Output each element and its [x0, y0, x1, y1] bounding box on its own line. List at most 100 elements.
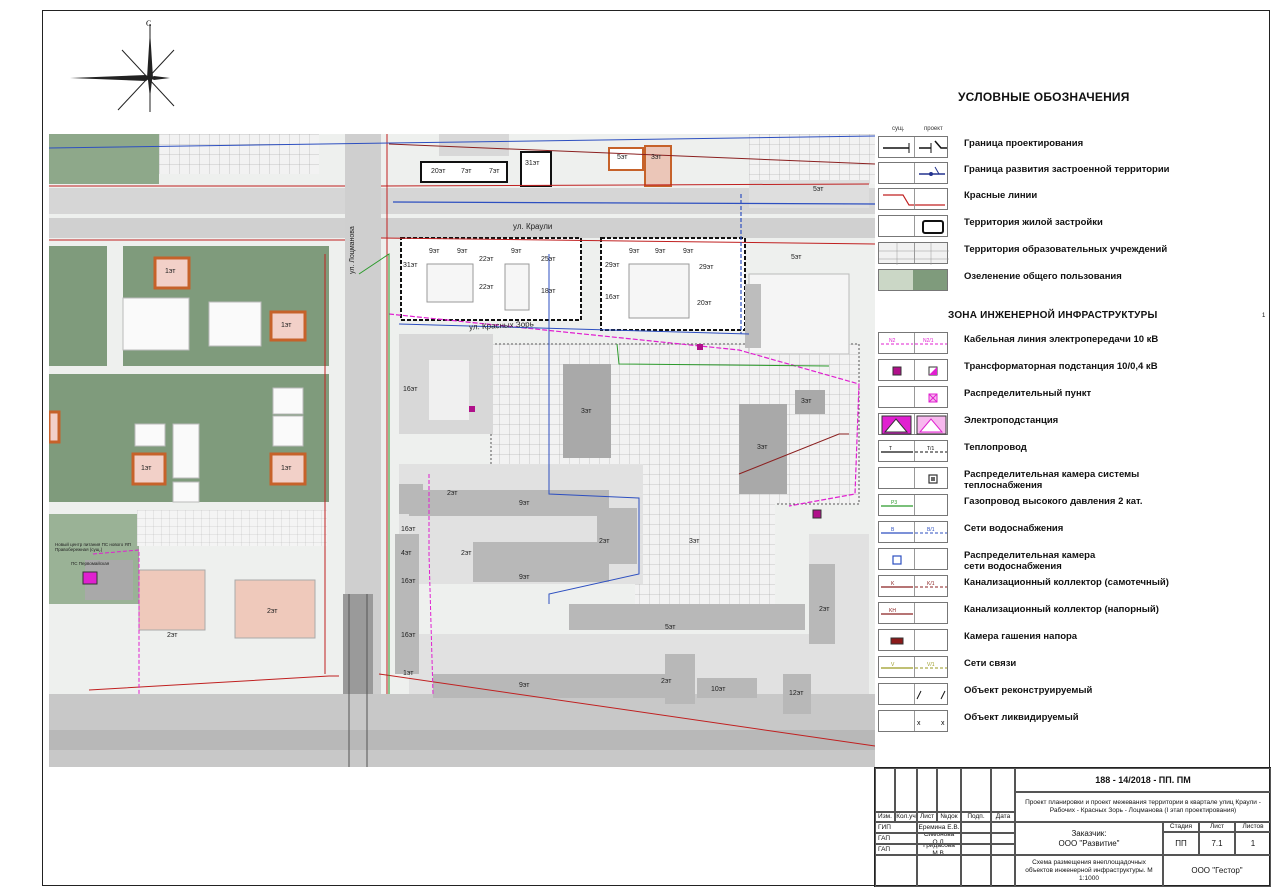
building-label: 1эт	[281, 322, 292, 329]
building-label: 2эт	[267, 608, 278, 615]
building-label: 1эт	[281, 465, 292, 472]
stamp-person: Еремина Е.В.	[917, 822, 961, 833]
building-label: 3эт	[801, 398, 812, 405]
stamp-role: ГАП	[875, 833, 917, 844]
svg-text:V: V	[891, 662, 895, 668]
building-label: 25эт	[541, 256, 556, 263]
building-label: 5эт	[813, 186, 824, 193]
building-label: 12эт	[789, 690, 804, 697]
building-label: 29эт	[699, 264, 714, 271]
legend-item-heat-pipeline: T T/1 Теплопровод	[876, 438, 1270, 464]
stamp-person: Гридасова М.В.	[917, 844, 961, 855]
svg-text:T/1: T/1	[927, 446, 934, 452]
legend-item-distribution-point: Распределительный пункт	[876, 384, 1270, 410]
svg-text:N2: N2	[889, 338, 896, 344]
building-label: 1эт	[165, 268, 176, 275]
stamp-code: 188 - 14/2018 - ПП. ПМ	[1015, 768, 1271, 792]
stamp-sheets: 1	[1235, 832, 1271, 855]
legend-item-water-chamber: Распределительная камера сети водоснабже…	[876, 546, 1270, 572]
svg-text:K/1: K/1	[927, 581, 935, 587]
building-label: 5эт	[791, 254, 802, 261]
stamp-company: ООО "Гестор"	[1163, 855, 1271, 887]
legend-item-power-substation: Электроподстанция	[876, 411, 1270, 437]
building-label: 9эт	[429, 248, 440, 255]
building-label: 7эт	[489, 168, 500, 175]
legend-item-transformer-substation: Трансформаторная подстанция 10/0,4 кВ	[876, 357, 1270, 383]
legend-item-public-greenery: Озеленение общего пользования	[876, 267, 1270, 293]
stamp-customer-block: Заказчик: ООО "Развитие"	[1015, 822, 1163, 855]
svg-text:x: x	[917, 720, 921, 727]
svg-text:T: T	[889, 446, 892, 452]
stamp-person: Симонова О.Л.	[917, 833, 961, 844]
power-center-note: Новый центр питания ПС нового ЯП Правобе…	[55, 542, 131, 552]
legend-item-reconstructed: Объект реконструируемый	[876, 681, 1270, 707]
legend-item-residential-area: Территория жилой застройки	[876, 213, 1270, 239]
legend-item-gas-pipeline: P3 Газопровод высокого давления 2 кат.	[876, 492, 1270, 518]
stamp-stage-label: Стадия	[1163, 822, 1199, 832]
stamp-sheet-label: Лист	[1199, 822, 1235, 832]
legend-item-heat-chamber: Распределительная камера системы теплосн…	[876, 465, 1270, 491]
stamp-header-kolu: Кол.уч	[895, 812, 917, 822]
svg-text:P3: P3	[891, 500, 897, 506]
compass-rose-icon: С	[70, 19, 175, 112]
building-label: 9эт	[629, 248, 640, 255]
building-label: 5эт	[665, 624, 676, 631]
stamp-header-podp: Подп.	[961, 812, 991, 822]
stamp-header-ndok: №док	[937, 812, 961, 822]
legend-scale-mark: 1	[1262, 313, 1266, 319]
svg-text:x: x	[941, 720, 945, 727]
building-label: 16эт	[605, 294, 620, 301]
svg-text:B/1: B/1	[927, 527, 935, 533]
building-label: 3эт	[581, 408, 592, 415]
legend-item-built-area-boundary: Граница развития застроенной территории	[876, 160, 1270, 186]
legend-item-demolished: xx Объект ликвидируемый	[876, 708, 1270, 734]
building-label: 2эт	[461, 550, 472, 557]
stamp-project-title: Проект планировки и проект межевания тер…	[1015, 792, 1271, 822]
building-label: 16эт	[401, 578, 416, 585]
building-label: 20эт	[697, 300, 712, 307]
building-label: 9эт	[511, 248, 522, 255]
stamp-customer: ООО "Развитие"	[1058, 838, 1120, 848]
building-label: 9эт	[519, 500, 530, 507]
legend-col-project: проект	[924, 126, 943, 132]
building-label: 4эт	[401, 550, 412, 557]
building-label: 9эт	[519, 682, 530, 689]
building-label: 3эт	[757, 444, 768, 451]
legend-item-education-area: Территория образовательных учреждений	[876, 240, 1270, 266]
legend-item-cable-line: N2 N2/1 Кабельная линия электропередачи 1…	[876, 330, 1270, 356]
svg-text:KH: KH	[889, 608, 896, 614]
building-label: 2эт	[167, 632, 178, 639]
stamp-stage: ПП	[1163, 832, 1199, 855]
stamp-sheet: 7.1	[1199, 832, 1235, 855]
svg-text:V/1: V/1	[927, 662, 935, 668]
building-label: 16эт	[403, 386, 418, 393]
legend-col-existing: сущ.	[892, 126, 905, 132]
stamp-header-data: Дата	[991, 812, 1015, 822]
legend-item-communications: V V/1 Сети связи	[876, 654, 1270, 680]
street-label-kraulya: ул. Краули	[513, 222, 553, 231]
stamp-drawing-title: Схема размещения внеплощадочных объектов…	[1015, 855, 1163, 887]
svg-text:B: B	[891, 527, 895, 533]
building-label: 9эт	[457, 248, 468, 255]
building-label: 5эт	[617, 154, 628, 161]
building-label: 22эт	[479, 284, 494, 291]
stamp-sheets-label: Листов	[1235, 822, 1271, 832]
building-label: 7эт	[461, 168, 472, 175]
site-plan-map: 20эт 7эт 7эт 31эт 5эт 3эт 5эт 31эт 9эт 9…	[49, 134, 875, 767]
building-label: 1эт	[141, 465, 152, 472]
building-label: 31эт	[525, 160, 540, 167]
stamp-role: ГИП	[875, 822, 917, 833]
building-label: 9эт	[683, 248, 694, 255]
building-label: 31эт	[403, 262, 418, 269]
legend-section-engineering: ЗОНА ИНЖЕНЕРНОЙ ИНФРАСТРУКТУРЫ	[948, 310, 1158, 321]
legend-item-water-supply: B B/1 Сети водоснабжения	[876, 519, 1270, 545]
stamp-header-izm: Изм.	[875, 812, 895, 822]
building-label: 9эт	[655, 248, 666, 255]
building-label: 2эт	[447, 490, 458, 497]
building-label: 1эт	[403, 670, 414, 677]
building-label: 29эт	[605, 262, 620, 269]
building-label: 18эт	[541, 288, 556, 295]
svg-text:N2/1: N2/1	[923, 338, 934, 344]
building-label: 22эт	[479, 256, 494, 263]
legend-item-red-lines: Красные линии	[876, 186, 1270, 212]
